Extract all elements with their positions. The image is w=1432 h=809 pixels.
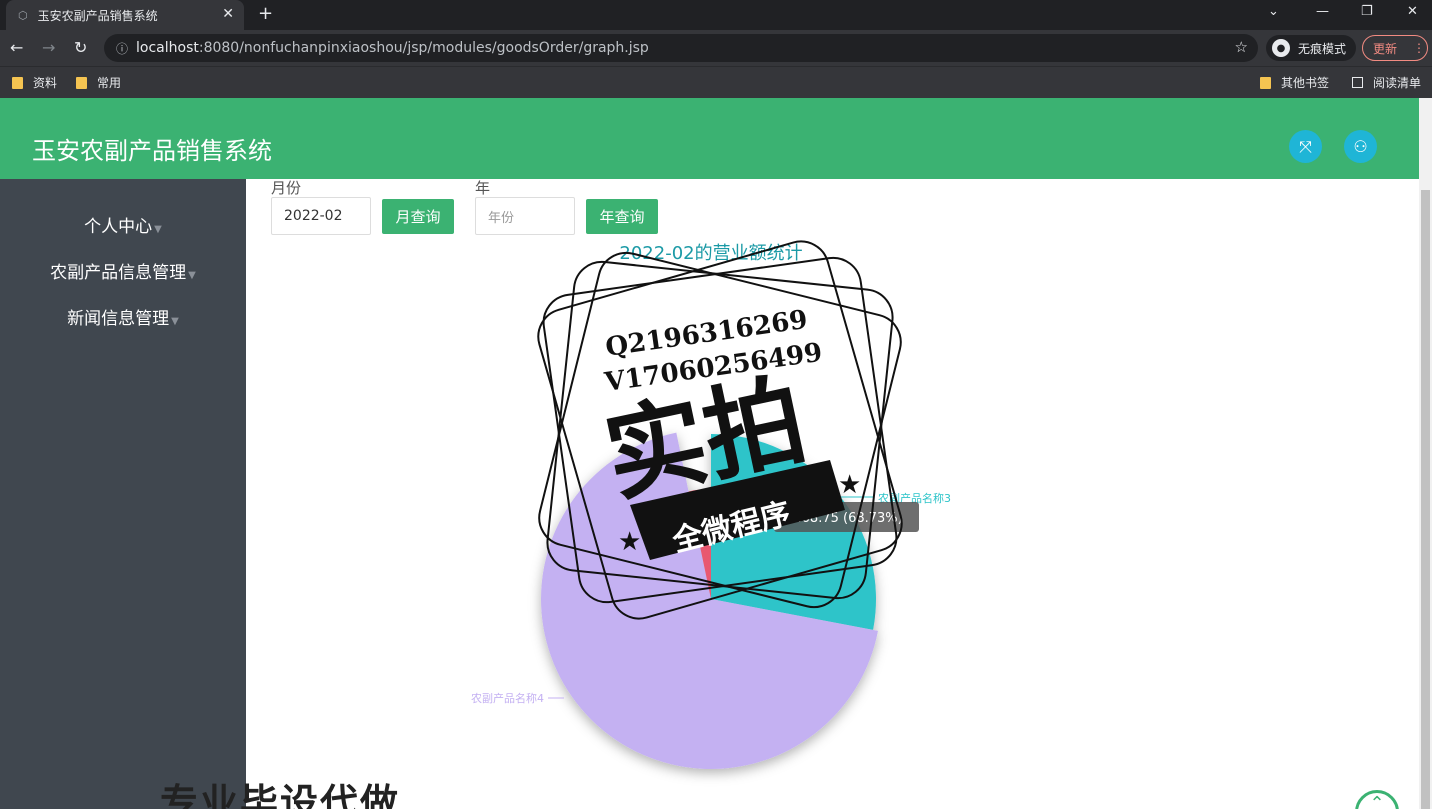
url-input[interactable]: ⓘ localhost :8080/nonfuchanpinxiaoshou/j… — [104, 34, 1258, 62]
minimize-icon[interactable]: — — [1316, 4, 1329, 19]
window-close-icon[interactable]: ✕ — [1407, 4, 1418, 19]
update-button[interactable]: 更新 ⋮ — [1362, 35, 1428, 61]
pie-label-1: 农副产品名称4 — [471, 691, 544, 705]
tab-title: 玉安农副产品销售系统 — [37, 8, 158, 23]
reload-icon[interactable]: ↻ — [74, 38, 87, 57]
fullscreen-button[interactable]: ⤧ — [1289, 130, 1322, 163]
folder-icon — [1260, 76, 1271, 89]
bookmark-folder-0[interactable]: 资料 — [12, 74, 57, 91]
user-icon: ⚇ — [1353, 137, 1368, 156]
folder-icon — [12, 76, 23, 89]
incognito-indicator[interactable]: ● 无痕模式 — [1266, 35, 1356, 61]
bookmarks-bar: 资料 常用 其他书签 阅读清单 — [0, 66, 1432, 98]
other-bookmarks[interactable]: 其他书签 — [1260, 74, 1329, 91]
tab-search-icon[interactable]: ⌄ — [1268, 4, 1279, 19]
bookmark-folder-1[interactable]: 常用 — [76, 74, 121, 91]
address-bar: ← → ↻ ⓘ localhost :8080/nonfuchanpinxiao… — [0, 30, 1432, 66]
incognito-icon: ● — [1272, 39, 1290, 57]
star-icon: ★ — [838, 470, 861, 500]
restore-icon[interactable]: ❐ — [1361, 4, 1373, 19]
url-path: :8080/nonfuchanpinxiaoshou/jsp/modules/g… — [198, 40, 649, 56]
user-button[interactable]: ⚇ — [1344, 130, 1377, 163]
app-title: 玉安农副产品销售系统 — [32, 137, 272, 165]
back-icon[interactable]: ← — [10, 38, 23, 57]
app-header: 玉安农副产品销售系统 ⤧ ⚇ — [0, 98, 1419, 179]
forward-icon[interactable]: → — [42, 38, 55, 57]
sidebar-item-product-management[interactable]: 农副产品信息管理 ▼ — [0, 258, 246, 283]
url-host: localhost — [136, 40, 199, 56]
expand-icon: ⤧ — [1299, 136, 1312, 156]
sidebar: 个人中心 ▼ 农副产品信息管理 ▼ 新闻信息管理 ▼ — [0, 179, 246, 809]
star-icon: ★ — [618, 527, 641, 557]
watermark-bottom: 专业毕设代做 — [160, 781, 401, 809]
browser-tab[interactable]: ⬡ 玉安农副产品销售系统 ✕ — [6, 0, 244, 30]
update-label: 更新 — [1373, 41, 1398, 56]
sidebar-item-personal-center[interactable]: 个人中心 ▼ — [0, 212, 246, 237]
watermark-stamp: Q2196316269 V17060256499 实拍 全微程序 ★ ★ — [537, 240, 903, 620]
scrollbar-thumb[interactable] — [1421, 190, 1430, 809]
reading-list-icon — [1352, 77, 1363, 88]
menu-dots-icon: ⋮ — [1413, 41, 1426, 55]
caret-down-icon: ▼ — [154, 224, 162, 235]
incognito-label: 无痕模式 — [1298, 41, 1347, 56]
browser-tab-bar: ⬡ 玉安农副产品销售系统 ✕ + ⌄ — ❐ ✕ — [0, 0, 1432, 30]
info-icon: ⓘ — [116, 41, 129, 56]
shield-icon: ⬡ — [18, 8, 28, 22]
caret-down-icon: ▼ — [171, 316, 179, 327]
sidebar-item-news-management[interactable]: 新闻信息管理 ▼ — [0, 304, 246, 329]
new-tab-icon[interactable]: + — [258, 3, 273, 24]
reading-list[interactable]: 阅读清单 — [1352, 74, 1421, 91]
close-tab-icon[interactable]: ✕ — [222, 6, 234, 22]
caret-down-icon: ▼ — [188, 270, 196, 281]
bookmark-star-icon[interactable]: ☆ — [1235, 38, 1248, 56]
folder-icon — [76, 76, 87, 89]
arrow-up-icon: ⌃ — [1369, 793, 1385, 809]
page-scrollbar[interactable] — [1419, 98, 1432, 809]
